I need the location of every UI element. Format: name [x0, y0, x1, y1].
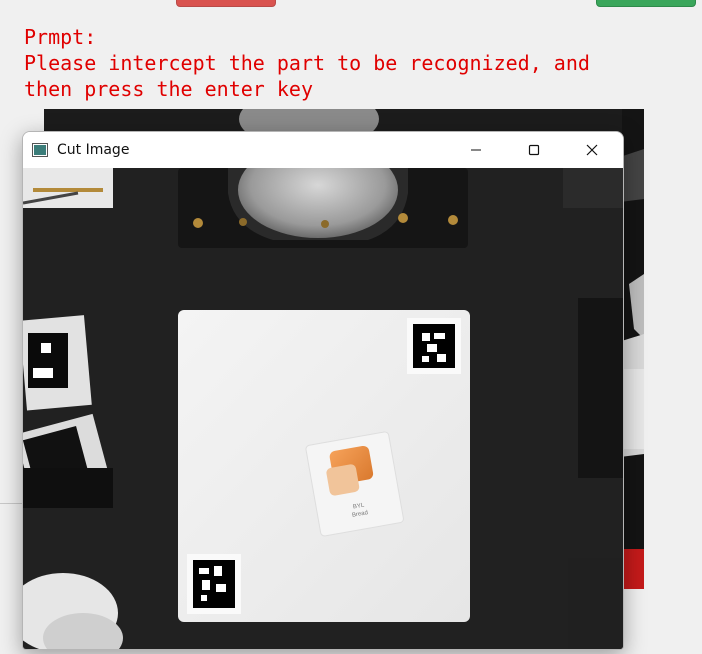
maximize-icon: [528, 144, 540, 156]
cut-image-window[interactable]: Cut Image BYL Bread: [22, 131, 624, 650]
app-window-icon: [32, 143, 48, 157]
top-left-button[interactable]: [176, 0, 276, 7]
prompt-line-1: Prmpt:: [24, 25, 97, 49]
prompt-line-3: then press the enter key: [24, 77, 313, 101]
top-right-button[interactable]: [596, 0, 696, 7]
minimize-button[interactable]: [453, 132, 499, 168]
close-icon: [586, 144, 598, 156]
camera-image-viewport[interactable]: BYL Bread: [23, 142, 623, 649]
close-button[interactable]: [569, 132, 615, 168]
maximize-button[interactable]: [511, 132, 557, 168]
title-bar[interactable]: Cut Image: [23, 132, 623, 168]
minimize-icon: [471, 149, 481, 151]
window-title: Cut Image: [57, 142, 130, 158]
prompt-line-2: Please intercept the part to be recogniz…: [24, 51, 590, 75]
prompt-text: Prmpt: Please intercept the part to be re…: [24, 24, 590, 102]
divider-line: [0, 503, 22, 504]
bread-card: BYL Bread: [305, 431, 404, 537]
